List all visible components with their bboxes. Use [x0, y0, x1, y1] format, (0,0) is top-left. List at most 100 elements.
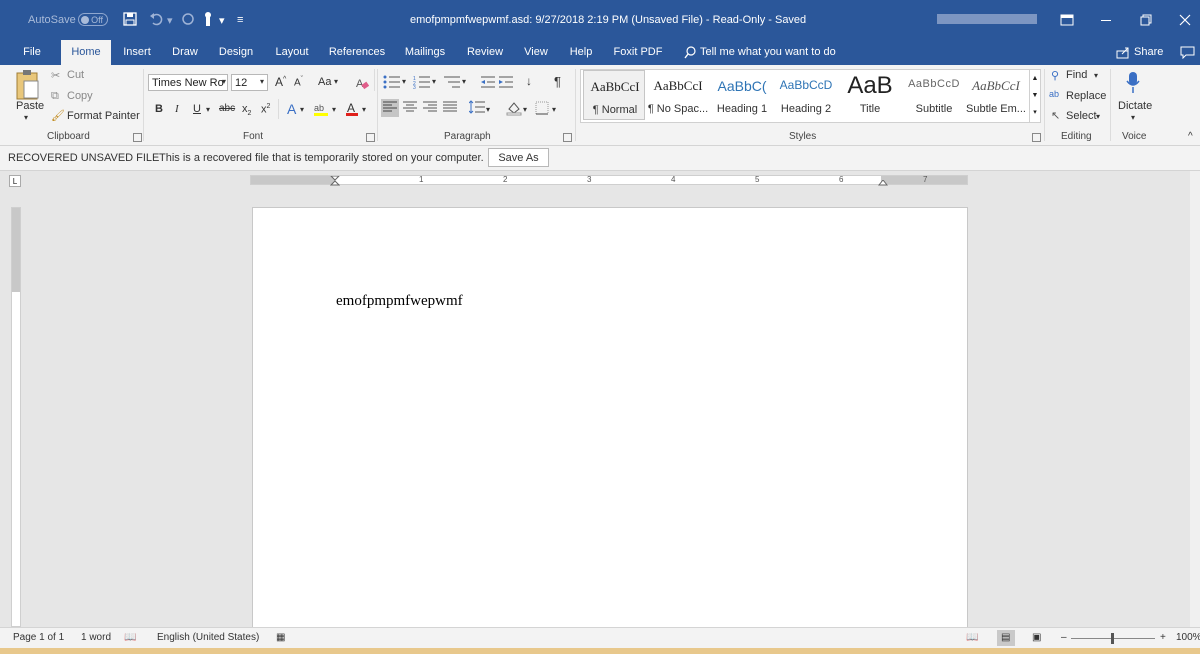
collapse-ribbon-icon[interactable]: ^ — [1188, 131, 1193, 142]
word-count[interactable]: 1 word — [81, 632, 111, 643]
style-heading-2[interactable]: AaBbCcD Heading 2 — [775, 70, 837, 120]
proofing-icon[interactable]: 📖 — [124, 632, 136, 643]
clear-formatting-icon[interactable]: A — [355, 76, 369, 90]
numbering-dropdown-icon[interactable]: ▾ — [432, 77, 436, 86]
shrink-font-icon[interactable]: Aˇ — [294, 76, 303, 88]
cut-icon[interactable]: ✂ — [51, 69, 60, 82]
tab-file[interactable]: File — [14, 40, 50, 65]
borders-dropdown-icon[interactable]: ▾ — [552, 105, 556, 114]
increase-indent-icon[interactable] — [498, 75, 514, 89]
grow-font-icon[interactable]: A^ — [275, 75, 286, 89]
save-as-button[interactable]: Save As — [488, 148, 549, 167]
style-normal[interactable]: AaBbCcI ¶ Normal — [583, 70, 645, 120]
zoom-in-button[interactable]: + — [1160, 632, 1166, 643]
horizontal-ruler[interactable]: 1 2 3 4 5 6 7 — [250, 175, 968, 186]
styles-launcher-icon[interactable] — [1032, 133, 1041, 142]
tab-review[interactable]: Review — [463, 40, 507, 65]
underline-button[interactable]: U — [193, 103, 201, 115]
multilevel-list-icon[interactable] — [443, 75, 461, 89]
autosave-toggle[interactable]: Off — [78, 13, 108, 26]
zoom-out-button[interactable]: – — [1061, 632, 1067, 643]
select-icon[interactable]: ↖ — [1051, 109, 1060, 122]
line-spacing-icon[interactable] — [469, 100, 485, 114]
borders-icon[interactable] — [535, 101, 549, 115]
tell-me-box[interactable]: Tell me what you want to do — [700, 40, 840, 65]
save-icon[interactable] — [123, 12, 137, 26]
find-button[interactable]: Find — [1066, 69, 1087, 81]
customize-toolbar-icon[interactable]: ≡ — [237, 14, 243, 26]
format-painter-icon[interactable]: 🖌 — [51, 109, 65, 122]
indent-marker-icon[interactable] — [330, 176, 340, 194]
read-mode-icon[interactable]: 📖 — [966, 632, 978, 643]
zoom-slider-thumb[interactable] — [1111, 633, 1114, 644]
line-spacing-dropdown-icon[interactable]: ▾ — [486, 105, 490, 114]
superscript-button[interactable]: x2 — [261, 103, 270, 116]
account-name-blurred[interactable] — [937, 14, 1037, 24]
restore-button[interactable] — [1140, 14, 1152, 26]
select-dropdown-icon[interactable]: ▾ — [1096, 112, 1100, 121]
copy-button[interactable]: Copy — [67, 90, 93, 102]
find-icon[interactable]: ⚲ — [1051, 69, 1059, 82]
ribbon-display-options-icon[interactable] — [1060, 14, 1074, 26]
tab-mailings[interactable]: Mailings — [399, 40, 451, 65]
web-layout-icon[interactable]: ▣ — [1032, 632, 1041, 643]
align-left-icon[interactable] — [383, 101, 397, 113]
bullets-dropdown-icon[interactable]: ▾ — [402, 77, 406, 86]
tab-help[interactable]: Help — [563, 40, 599, 65]
macro-record-icon[interactable]: ▦ — [276, 632, 285, 643]
microphone-icon[interactable] — [1126, 71, 1140, 95]
shading-dropdown-icon[interactable]: ▾ — [523, 105, 527, 114]
language[interactable]: English (United States) — [157, 632, 259, 643]
vertical-scrollbar[interactable] — [1190, 171, 1200, 627]
dictate-dropdown-icon[interactable]: ▾ — [1131, 113, 1135, 122]
style-subtitle[interactable]: AaBbCcD Subtitle — [903, 70, 965, 120]
bold-button[interactable]: B — [155, 103, 163, 115]
touch-dropdown-icon[interactable]: ▾ — [219, 14, 225, 27]
paste-icon[interactable] — [14, 69, 42, 101]
style-no-spacing[interactable]: AaBbCcI ¶ No Spac... — [647, 70, 709, 120]
replace-button[interactable]: Replace — [1066, 90, 1106, 102]
style-subtle-emphasis[interactable]: AaBbCcI Subtle Em... — [965, 70, 1027, 120]
document-body-text[interactable]: emofpmpmfwepwmf — [336, 293, 463, 310]
redo-icon[interactable] — [181, 12, 195, 26]
print-layout-icon[interactable]: ▤ — [1001, 632, 1010, 643]
touch-mode-icon[interactable] — [201, 11, 215, 27]
numbering-icon[interactable]: 123 — [413, 75, 431, 89]
select-button[interactable]: Select — [1066, 110, 1097, 122]
show-formatting-marks-icon[interactable]: ¶ — [554, 74, 561, 89]
italic-button[interactable]: I — [175, 103, 179, 115]
copy-icon[interactable]: ⧉ — [51, 90, 59, 103]
justify-icon[interactable] — [443, 101, 457, 113]
clipboard-launcher-icon[interactable] — [133, 133, 142, 142]
close-button[interactable] — [1179, 14, 1191, 26]
decrease-indent-icon[interactable] — [480, 75, 496, 89]
tab-draw[interactable]: Draw — [167, 40, 203, 65]
tab-home[interactable]: Home — [61, 40, 111, 65]
align-center-icon[interactable] — [403, 101, 417, 113]
vertical-ruler[interactable] — [11, 207, 21, 627]
find-dropdown-icon[interactable]: ▾ — [1094, 71, 1098, 80]
dictate-button[interactable]: Dictate — [1118, 100, 1152, 112]
zoom-level[interactable]: 100% — [1176, 632, 1200, 643]
text-effects-dropdown-icon[interactable]: ▾ — [300, 105, 304, 114]
share-icon[interactable] — [1116, 46, 1130, 59]
font-size-dropdown-icon[interactable]: ▾ — [260, 77, 264, 86]
tab-insert[interactable]: Insert — [119, 40, 155, 65]
tab-view[interactable]: View — [519, 40, 553, 65]
font-name-dropdown-icon[interactable]: ▾ — [222, 77, 226, 86]
align-right-icon[interactable] — [423, 101, 437, 113]
font-color-dropdown-icon[interactable]: ▾ — [362, 105, 366, 114]
bullets-icon[interactable] — [383, 75, 401, 89]
share-button[interactable]: Share — [1134, 40, 1166, 65]
tab-design[interactable]: Design — [214, 40, 258, 65]
font-name-box[interactable]: Times New Ro — [148, 74, 228, 91]
multilevel-dropdown-icon[interactable]: ▾ — [462, 77, 466, 86]
highlight-color-icon[interactable]: ab — [313, 101, 329, 117]
paragraph-launcher-icon[interactable] — [563, 133, 572, 142]
shading-icon[interactable] — [506, 100, 522, 116]
style-heading-1[interactable]: AaBbC( Heading 1 — [711, 70, 773, 120]
lightbulb-search-icon[interactable] — [684, 46, 697, 59]
underline-dropdown-icon[interactable]: ▾ — [206, 105, 210, 114]
cut-button[interactable]: Cut — [67, 69, 84, 81]
format-painter-button[interactable]: Format Painter — [67, 110, 140, 122]
